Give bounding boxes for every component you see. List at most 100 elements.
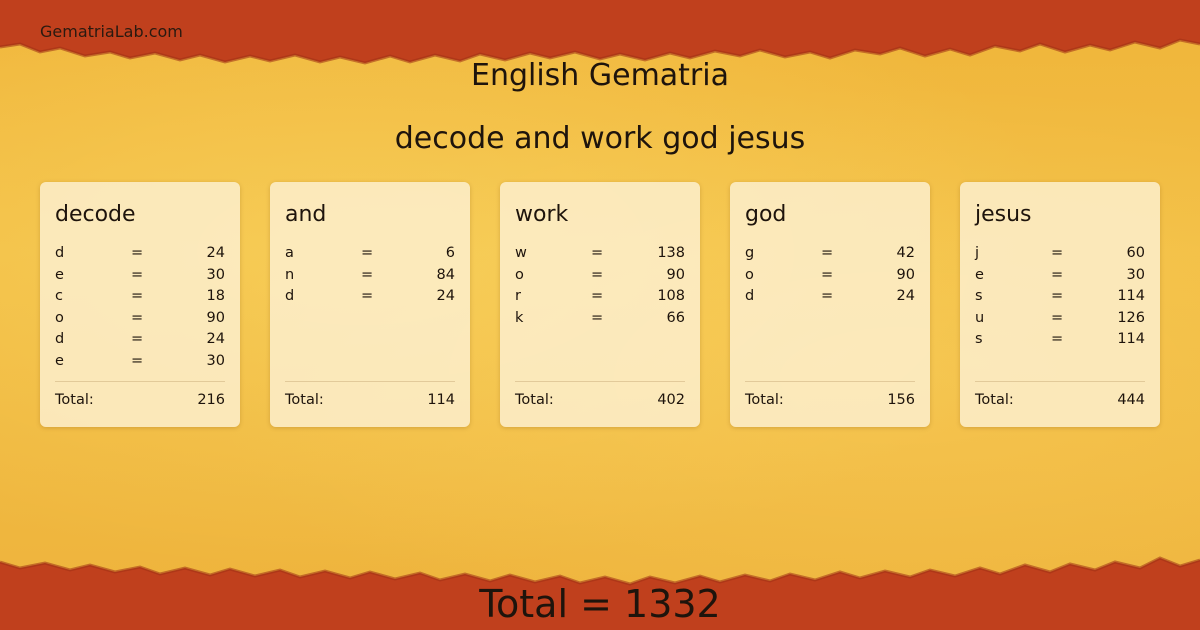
equals-sign: = bbox=[131, 331, 144, 348]
equals-sign: = bbox=[131, 352, 144, 369]
letter-row: k = 66 bbox=[515, 310, 685, 332]
letter: d bbox=[285, 288, 295, 305]
card-total-label: Total: bbox=[285, 392, 324, 408]
letter: e bbox=[975, 266, 984, 283]
letter: w bbox=[515, 245, 527, 261]
letter-row: g = 42 bbox=[745, 245, 915, 267]
letter-value: 18 bbox=[206, 288, 225, 305]
letter-value: 42 bbox=[896, 245, 915, 261]
letter-value: 30 bbox=[206, 266, 225, 283]
card-word: and bbox=[285, 202, 327, 227]
equals-sign: = bbox=[361, 288, 374, 305]
letter: o bbox=[745, 266, 754, 283]
page-title: English Gematria bbox=[471, 58, 729, 93]
letter-row: s = 114 bbox=[975, 331, 1145, 353]
equals-sign: = bbox=[131, 309, 144, 326]
letter-value: 66 bbox=[666, 309, 685, 326]
letter-row: d = 24 bbox=[55, 245, 225, 267]
card-word: god bbox=[745, 202, 787, 227]
card-total-value: 402 bbox=[657, 392, 685, 408]
letter-value: 84 bbox=[436, 266, 455, 283]
card-total-value: 444 bbox=[1117, 392, 1145, 408]
card-divider bbox=[55, 381, 225, 382]
equals-sign: = bbox=[131, 245, 144, 261]
letter-value: 24 bbox=[896, 288, 915, 305]
equals-sign: = bbox=[1051, 331, 1064, 348]
equals-sign: = bbox=[1051, 266, 1064, 283]
equals-sign: = bbox=[821, 245, 834, 261]
letter-rows: j = 60 e = 30 s = 114 u = 126 s = 114 bbox=[975, 245, 1145, 353]
letter-row: r = 108 bbox=[515, 288, 685, 310]
letter-value: 24 bbox=[206, 331, 225, 348]
letter-value: 90 bbox=[206, 309, 225, 326]
letter-value: 24 bbox=[206, 245, 225, 261]
equals-sign: = bbox=[131, 288, 144, 305]
equals-sign: = bbox=[591, 266, 604, 283]
word-cards: decode d = 24 e = 30 c = 18 o = 90 d = 24 e = 30 Total: 216 a… bbox=[40, 182, 1160, 427]
equals-sign: = bbox=[591, 288, 604, 305]
letter-value: 90 bbox=[896, 266, 915, 283]
equals-sign: = bbox=[361, 266, 374, 283]
phrase-heading: decode and work god jesus bbox=[394, 121, 806, 156]
card-total-label: Total: bbox=[975, 392, 1014, 408]
word-card: and a = 6 n = 84 d = 24 Total: 114 bbox=[270, 182, 470, 427]
letter-value: 108 bbox=[657, 288, 685, 305]
equals-sign: = bbox=[1051, 288, 1064, 305]
card-total-label: Total: bbox=[515, 392, 554, 408]
letter-value: 24 bbox=[436, 288, 455, 305]
card-divider bbox=[745, 381, 915, 382]
letter: k bbox=[515, 309, 524, 326]
letter-value: 6 bbox=[445, 245, 455, 261]
letter-row: n = 84 bbox=[285, 267, 455, 289]
card-word: decode bbox=[55, 202, 136, 227]
letter: d bbox=[55, 245, 65, 261]
equals-sign: = bbox=[1051, 245, 1064, 261]
letter-value: 60 bbox=[1126, 245, 1145, 261]
letter: o bbox=[55, 309, 64, 326]
letter: s bbox=[975, 331, 983, 348]
letter-row: e = 30 bbox=[55, 353, 225, 375]
letter-row: e = 30 bbox=[55, 267, 225, 289]
card-total-label: Total: bbox=[745, 392, 784, 408]
letter-value: 114 bbox=[1117, 288, 1145, 305]
word-card: work w = 138 o = 90 r = 108 k = 66 Total: 402 bbox=[500, 182, 700, 427]
letter-row: s = 114 bbox=[975, 288, 1145, 310]
letter-row: d = 24 bbox=[285, 288, 455, 310]
letter: o bbox=[515, 266, 524, 283]
letter-row: o = 90 bbox=[55, 310, 225, 332]
letter-row: d = 24 bbox=[55, 331, 225, 353]
letter-rows: d = 24 e = 30 c = 18 o = 90 d = 24 e = 30 bbox=[55, 245, 225, 375]
equals-sign: = bbox=[821, 266, 834, 283]
letter-value: 30 bbox=[206, 352, 225, 369]
word-card: jesus j = 60 e = 30 s = 114 u = 126 s = 114 Total: 444 bbox=[960, 182, 1160, 427]
letter: j bbox=[975, 245, 980, 261]
letter: a bbox=[285, 245, 294, 261]
letter-row: o = 90 bbox=[515, 267, 685, 289]
letter: n bbox=[285, 266, 295, 283]
letter-rows: a = 6 n = 84 d = 24 bbox=[285, 245, 455, 310]
card-word: work bbox=[515, 202, 569, 227]
letter-row: e = 30 bbox=[975, 267, 1145, 289]
letter: e bbox=[55, 352, 64, 369]
letter: d bbox=[55, 331, 65, 348]
letter-value: 30 bbox=[1126, 266, 1145, 283]
word-card: decode d = 24 e = 30 c = 18 o = 90 d = 24 e = 30 Total: 216 bbox=[40, 182, 240, 427]
equals-sign: = bbox=[821, 288, 834, 305]
equals-sign: = bbox=[591, 309, 604, 326]
letter: s bbox=[975, 288, 983, 305]
letter: e bbox=[55, 266, 64, 283]
letter-rows: w = 138 o = 90 r = 108 k = 66 bbox=[515, 245, 685, 331]
equals-sign: = bbox=[591, 245, 604, 261]
site-name[interactable]: GematriaLab.com bbox=[40, 22, 183, 41]
card-word: jesus bbox=[975, 202, 1032, 227]
card-total-value: 114 bbox=[427, 392, 455, 408]
card-total-value: 216 bbox=[197, 392, 225, 408]
equals-sign: = bbox=[361, 245, 374, 261]
equals-sign: = bbox=[131, 266, 144, 283]
letter-value: 90 bbox=[666, 266, 685, 283]
letter: c bbox=[55, 288, 63, 305]
letter: d bbox=[745, 288, 755, 305]
word-card: god g = 42 o = 90 d = 24 Total: 156 bbox=[730, 182, 930, 427]
letter-value: 138 bbox=[657, 245, 685, 261]
letter-value: 114 bbox=[1117, 331, 1145, 348]
